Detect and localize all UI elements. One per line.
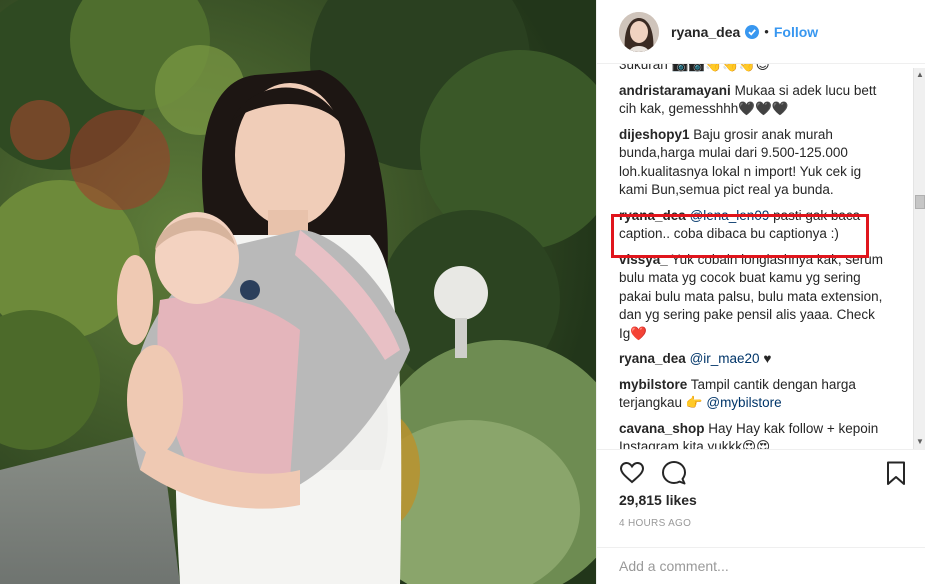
post-side-panel: ryana_dea • Follow 3ukuran 📷📷👋👋👋😉 andris… bbox=[596, 0, 925, 584]
comment-mention[interactable]: @ir_mae20 bbox=[690, 351, 760, 366]
comment-item: 3ukuran 📷📷👋👋👋😉 bbox=[619, 64, 884, 75]
comment-text-tail: ♥ bbox=[759, 351, 772, 366]
comment-bubble-icon[interactable] bbox=[661, 460, 687, 486]
avatar-image bbox=[619, 11, 659, 52]
avatar[interactable] bbox=[619, 11, 659, 52]
scroll-up-arrow-icon[interactable]: ▲ bbox=[914, 68, 925, 82]
likes-count[interactable]: 29,815 likes bbox=[619, 492, 697, 508]
comment-username[interactable]: ryana_dea bbox=[619, 208, 686, 223]
scrollbar-thumb[interactable] bbox=[915, 195, 925, 209]
comment-username[interactable]: andristaramayani bbox=[619, 83, 731, 98]
like-heart-icon[interactable] bbox=[619, 460, 645, 486]
comment-item: ryana_dea @ir_mae20 ♥ bbox=[619, 350, 884, 369]
photo-illustration bbox=[0, 0, 596, 584]
bookmark-icon[interactable] bbox=[883, 460, 909, 486]
verified-badge-icon bbox=[745, 24, 760, 39]
comment-item: dijeshopy1 Baju grosir anak murah bunda,… bbox=[619, 126, 884, 200]
comment-username[interactable]: ryana_dea bbox=[619, 351, 686, 366]
comment-username[interactable]: vissya_ bbox=[619, 252, 668, 267]
post-header: ryana_dea • Follow bbox=[597, 0, 925, 64]
comment-item: cavana_shop Hay Hay kak follow + kepoin … bbox=[619, 420, 884, 450]
comment-item: andristaramayani Mukaa si adek lucu bett… bbox=[619, 82, 884, 119]
add-comment-bar bbox=[597, 547, 925, 584]
comment-username[interactable]: dijeshopy1 bbox=[619, 127, 690, 142]
post-username[interactable]: ryana_dea bbox=[671, 24, 740, 40]
separator-dot: • bbox=[764, 24, 769, 39]
comment-username[interactable]: mybilstore bbox=[619, 377, 687, 392]
comments-scrollbar[interactable]: ▲ ▼ bbox=[913, 68, 925, 449]
comment-mention[interactable]: @mybilstore bbox=[706, 395, 781, 410]
comment-item: mybilstore Tampil cantik dengan harga te… bbox=[619, 376, 884, 413]
comment-username[interactable]: cavana_shop bbox=[619, 421, 705, 436]
comment-text: 3ukuran 📷📷👋👋👋😉 bbox=[619, 64, 770, 72]
scroll-down-arrow-icon[interactable]: ▼ bbox=[914, 435, 925, 449]
comment-item: vissya_ Yuk cobain longlashnya kak, seru… bbox=[619, 251, 884, 344]
comment-item-highlighted: ryana_dea @lena_len09 pasti gak baca cap… bbox=[619, 207, 884, 244]
follow-button[interactable]: Follow bbox=[774, 24, 818, 40]
comments-list[interactable]: 3ukuran 📷📷👋👋👋😉 andristaramayani Mukaa si… bbox=[597, 64, 913, 449]
post-timestamp[interactable]: 4 HOURS AGO bbox=[619, 518, 691, 529]
add-comment-input[interactable] bbox=[619, 556, 899, 576]
comment-mention[interactable]: @lena_len09 bbox=[690, 208, 770, 223]
post-photo[interactable] bbox=[0, 0, 596, 584]
post-actions: 29,815 likes 4 HOURS AGO bbox=[597, 449, 925, 547]
